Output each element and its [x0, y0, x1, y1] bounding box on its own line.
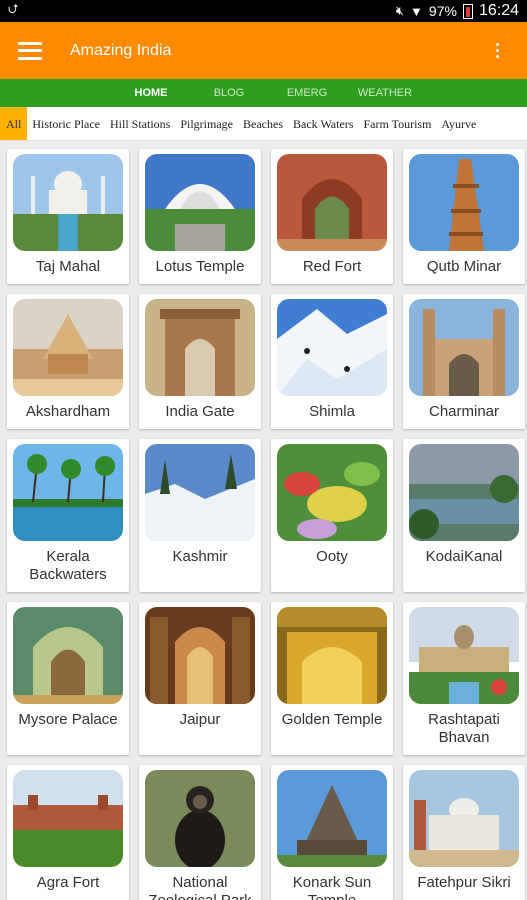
status-bar: ⮍ 🔇︎ ▼ 97% 16:24 [0, 0, 527, 22]
category-historic-place[interactable]: Historic Place [27, 107, 105, 140]
place-label: Akshardham [25, 403, 111, 420]
charminar-image [409, 299, 519, 396]
category-all[interactable]: All [0, 107, 28, 140]
mysore-palace-image [13, 607, 123, 704]
kashmir-image [145, 444, 255, 541]
place-card-kerala-backwaters[interactable]: Kerala Backwaters [7, 439, 129, 592]
app-title: Amazing India [70, 41, 172, 59]
main-tabs: HOME BLOG EMERG WEATHER [0, 79, 527, 107]
place-label: Ooty [316, 548, 348, 565]
place-label: Lotus Temple [155, 258, 245, 275]
lotus-temple-image [145, 154, 255, 251]
place-label: Fatehpur Sikri [417, 874, 511, 891]
app-bar: Amazing India [0, 22, 527, 79]
place-label: Red Fort [302, 258, 362, 275]
jaipur-image [145, 607, 255, 704]
place-card-shimla[interactable]: Shimla [271, 294, 393, 429]
place-card-kodaikanal[interactable]: KodaiKanal [403, 439, 525, 592]
clock: 16:24 [478, 2, 519, 19]
place-card-akshardham[interactable]: Akshardham [7, 294, 129, 429]
place-label: Jaipur [179, 711, 221, 728]
place-card-lotus-temple[interactable]: Lotus Temple [139, 149, 261, 284]
place-label: India Gate [165, 403, 235, 420]
mute-icon: 🔇︎ [395, 3, 405, 18]
category-ayurveda[interactable]: Ayurve [436, 107, 481, 140]
place-label: Kashmir [172, 548, 228, 565]
tab-blog[interactable]: BLOG [190, 87, 268, 99]
battery-percent: 97% [428, 3, 457, 19]
kerala-backwaters-image [13, 444, 123, 541]
rashtapati-bhavan-image [409, 607, 519, 704]
shimla-image [277, 299, 387, 396]
category-bar: All Historic Place Hill Stations Pilgrim… [0, 107, 527, 141]
place-label: Mysore Palace [18, 711, 118, 728]
place-card-charminar[interactable]: Charminar [403, 294, 525, 429]
akshardham-image [13, 299, 123, 396]
place-card-kashmir[interactable]: Kashmir [139, 439, 261, 592]
category-beaches[interactable]: Beaches [238, 107, 288, 140]
hamburger-icon[interactable] [18, 41, 42, 60]
wifi-icon: ▼ [410, 3, 423, 19]
category-farm-tourism[interactable]: Farm Tourism [358, 107, 436, 140]
india-gate-image [145, 299, 255, 396]
tab-emerg[interactable]: EMERG [268, 87, 346, 99]
category-hill-stations[interactable]: Hill Stations [105, 107, 175, 140]
place-card-konark-sun-temple[interactable]: Konark Sun Temple [271, 765, 393, 900]
place-label: Rashtapati Bhavan [428, 711, 500, 746]
ooty-image [277, 444, 387, 541]
place-card-jaipur[interactable]: Jaipur [139, 602, 261, 755]
place-label: Kerala Backwaters [29, 548, 107, 583]
qutb-minar-image [409, 154, 519, 251]
place-label: Golden Temple [281, 711, 383, 728]
place-card-taj-mahal[interactable]: Taj Mahal [7, 149, 129, 284]
place-label: Konark Sun Temple [292, 874, 372, 900]
place-label: Charminar [428, 403, 500, 420]
place-label: KodaiKanal [425, 548, 503, 565]
taj-mahal-image [13, 154, 123, 251]
place-label: Qutb Minar [426, 258, 502, 275]
tab-home[interactable]: HOME [112, 87, 190, 99]
place-label: Shimla [309, 403, 355, 420]
red-fort-image [277, 154, 387, 251]
fatehpur-sikri-image [409, 770, 519, 867]
place-card-rashtapati-bhavan[interactable]: Rashtapati Bhavan [403, 602, 525, 755]
category-back-waters[interactable]: Back Waters [288, 107, 358, 140]
place-card-qutb-minar[interactable]: Qutb Minar [403, 149, 525, 284]
tab-weather[interactable]: WEATHER [346, 87, 424, 99]
place-card-agra-fort[interactable]: Agra Fort [7, 765, 129, 900]
place-card-national-zoological-park[interactable]: National Zoological Park [139, 765, 261, 900]
place-card-fatehpur-sikri[interactable]: Fatehpur Sikri [403, 765, 525, 900]
usb-icon: ⮍ [8, 1, 19, 16]
place-card-india-gate[interactable]: India Gate [139, 294, 261, 429]
konark-sun-temple-image [277, 770, 387, 867]
place-card-ooty[interactable]: Ooty [271, 439, 393, 592]
place-card-red-fort[interactable]: Red Fort [271, 149, 393, 284]
golden-temple-image [277, 607, 387, 704]
place-card-golden-temple[interactable]: Golden Temple [271, 602, 393, 755]
places-grid: Taj Mahal Lotus Temple Red Fort Qutb Min… [0, 141, 527, 900]
more-vert-icon[interactable] [485, 43, 509, 58]
place-label: Agra Fort [36, 874, 100, 891]
battery-icon [462, 3, 473, 19]
agra-fort-image [13, 770, 123, 867]
national-zoological-park-image [145, 770, 255, 867]
kodaikanal-image [409, 444, 519, 541]
place-card-mysore-palace[interactable]: Mysore Palace [7, 602, 129, 755]
place-label: National Zoological Park [148, 874, 251, 900]
category-pilgrimage[interactable]: Pilgrimage [175, 107, 238, 140]
place-label: Taj Mahal [35, 258, 101, 275]
